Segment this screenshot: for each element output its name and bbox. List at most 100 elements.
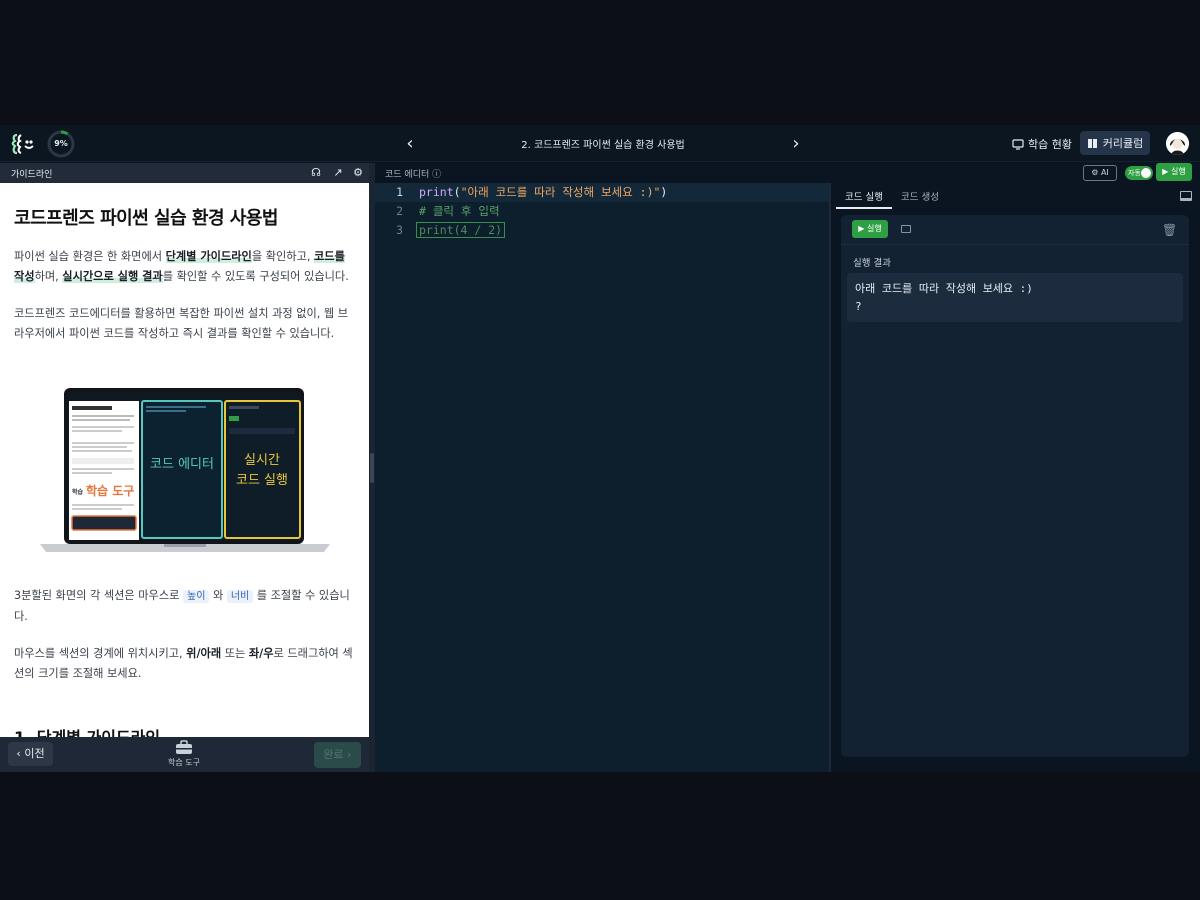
line-number: 1 xyxy=(396,185,403,199)
resize-grip[interactable] xyxy=(370,453,374,483)
book-icon xyxy=(1087,138,1097,148)
bold-left-right: 좌/우 xyxy=(248,647,274,660)
tab-code-run[interactable]: 코드 실행 xyxy=(845,189,883,203)
toolbox-icon xyxy=(176,740,192,754)
guideline-header: 가이드라인 ☊ ↗ ⚙ xyxy=(0,163,369,183)
text: 하며, xyxy=(34,270,63,283)
laptop-illustration: 학습 학습 도구 코드 에디터 실시간 코드 실행 xyxy=(38,382,332,554)
active-tab-indicator xyxy=(836,207,892,209)
code-line[interactable]: 1 print("아래 코드를 따라 작성해 보세요 :)") xyxy=(375,183,829,202)
section-heading: 1. 단계별 가이드라인 xyxy=(14,724,355,737)
complete-button[interactable]: 완료 › xyxy=(314,742,361,768)
ai-label: AI xyxy=(1100,168,1109,177)
panel-layout-icon[interactable] xyxy=(1180,191,1192,201)
info-icon[interactable]: ⓘ xyxy=(432,170,441,180)
result-tabs: 코드 실행 코드 생성 xyxy=(836,183,1200,209)
auto-run-toggle[interactable]: 자동 xyxy=(1125,166,1153,180)
guide-paragraph-editor: 코드프렌즈 코드에디터를 활용하면 복잡한 파이썬 설치 과정 없이, 웹 브라… xyxy=(14,307,349,340)
app-window: 9% ‹ 2. 코드프렌즈 파이썬 실습 환경 사용법 › 학습 현황 커리큘럼 xyxy=(0,125,1200,772)
trash-icon[interactable]: 🗑 xyxy=(1162,224,1177,237)
code-line[interactable]: 3 print(4 / 2) xyxy=(375,221,829,240)
guide-paragraph-resize: 3분할된 화면의 각 섹션은 마우스로 높이 와 너비 를 조절할 수 있습니다… xyxy=(14,586,355,627)
next-lesson-chevron-icon[interactable]: › xyxy=(786,134,806,154)
play-icon: ▶ xyxy=(858,224,865,233)
code-line[interactable]: 2 # 클릭 후 입력 xyxy=(375,202,829,221)
user-avatar[interactable] xyxy=(1166,132,1189,155)
prev-button-label: 이전 xyxy=(24,747,45,760)
bold-up-down: 위/아래 xyxy=(186,647,222,660)
tab-code-generate[interactable]: 코드 생성 xyxy=(901,189,939,203)
code-input-placeholder[interactable]: print(4 / 2) xyxy=(416,222,506,238)
code-comment[interactable]: # 클릭 후 입력 xyxy=(419,202,500,221)
guideline-content: 코드프렌즈 파이썬 실습 환경 사용법 파이썬 실습 환경은 한 화면에서 단계… xyxy=(0,183,369,737)
run-button[interactable]: ▶ 실행 xyxy=(852,220,888,238)
text: 와 xyxy=(209,589,227,602)
keyboard-icon[interactable] xyxy=(901,225,911,233)
result-label: 실행 결과 xyxy=(853,258,891,269)
progress-percent: 9% xyxy=(54,139,68,148)
learn-status-label: 학습 현황 xyxy=(1028,138,1072,151)
auto-label: 자동 xyxy=(1128,169,1141,177)
learning-tools-label: 학습 도구 xyxy=(168,758,200,767)
code-paren: ) xyxy=(660,185,668,199)
run-label: 실행 xyxy=(866,224,882,233)
text: 파이썬 실습 환경은 한 화면에서 xyxy=(14,250,166,263)
illustration-tool-prefix: 학습 xyxy=(72,488,84,496)
curriculum-label: 커리큘럼 xyxy=(1102,137,1144,150)
highlight-realtime-result: 실시간으로 실행 결과 xyxy=(62,270,163,283)
guideline-label: 가이드라인 xyxy=(11,170,53,180)
highlight-guideline: 단계별 가이드라인 xyxy=(165,250,252,263)
code-editor[interactable]: 1 print("아래 코드를 따라 작성해 보세요 :)") 2 # 클릭 후… xyxy=(375,183,829,772)
top-bar: 9% ‹ 2. 코드프렌즈 파이썬 실습 환경 사용법 › 학습 현황 커리큘럼 xyxy=(0,125,1200,162)
prev-button[interactable]: ‹ 이전 xyxy=(8,742,53,766)
code-string: "아래 코드를 따라 작성해 보세요 :)" xyxy=(460,185,661,199)
line-number: 3 xyxy=(396,223,403,237)
learning-status-icon xyxy=(1012,138,1024,150)
output-console: 아래 코드를 따라 작성해 보세요 :) ? xyxy=(847,273,1183,322)
guide-paragraph-intro: 파이썬 실습 환경은 한 화면에서 단계별 가이드라인을 확인하고, 코드를 작… xyxy=(14,247,355,287)
code-text[interactable]: print("아래 코드를 따라 작성해 보세요 :)") xyxy=(419,183,667,202)
illustration-run-label-1: 실시간 xyxy=(244,453,280,468)
robot-icon: ⚙ xyxy=(1091,168,1099,177)
external-link-icon[interactable]: ↗ xyxy=(331,166,345,180)
illustration-tool-label: 학습 도구 xyxy=(86,483,134,498)
learning-tools-button[interactable]: 학습 도구 xyxy=(160,740,208,770)
codefriends-logo-icon[interactable] xyxy=(11,133,35,155)
output-line: 아래 코드를 따라 작성해 보세요 :) xyxy=(855,282,1033,295)
prev-lesson-chevron-icon[interactable]: ‹ xyxy=(400,134,420,154)
play-icon: ▶ xyxy=(1162,167,1169,176)
ai-button[interactable]: ⚙ AI xyxy=(1083,165,1117,181)
text: 를 확인할 수 있도록 구성되어 있습니다. xyxy=(162,270,349,283)
code-editor-title: 코드 에디터 xyxy=(385,170,430,180)
code-function: print xyxy=(419,185,454,199)
guideline-panel: 가이드라인 ☊ ↗ ⚙ 코드프렌즈 파이썬 실습 환경 사용법 파이썬 실습 환… xyxy=(0,163,369,772)
result-toolbar: ▶ 실행 🗑 xyxy=(841,215,1189,245)
complete-button-label: 완료 xyxy=(323,748,344,761)
learn-status-button[interactable]: 학습 현황 xyxy=(1012,135,1072,153)
editor-header: 코드 에디터 ⓘ ⚙ AI 자동 ▶ 실행 xyxy=(375,163,1200,183)
curriculum-button[interactable]: 커리큘럼 xyxy=(1080,131,1150,155)
guide-paragraph-drag: 마우스를 섹션의 경계에 위치시키고, 위/아래 또는 좌/우로 드래그하여 섹… xyxy=(14,644,355,684)
text: 마우스를 섹션의 경계에 위치시키고, xyxy=(14,647,187,660)
code-editor-label: 코드 에디터 ⓘ xyxy=(385,167,441,180)
code-paren: ( xyxy=(453,185,461,199)
output-line: ? xyxy=(855,300,862,313)
text: 을 확인하고, xyxy=(251,250,314,263)
run-button-top[interactable]: ▶ 실행 xyxy=(1156,163,1192,181)
headphones-icon[interactable]: ☊ xyxy=(309,166,323,180)
run-label: 실행 xyxy=(1170,167,1186,176)
illustration-run-label-2: 코드 실행 xyxy=(236,472,288,488)
page-title: 2. 코드프렌즈 파이썬 실습 환경 사용법 xyxy=(521,140,685,151)
chip-width: 너비 xyxy=(226,590,254,603)
text: 3분할된 화면의 각 섹션은 마우스로 xyxy=(14,589,183,602)
result-panel: 코드 실행 코드 생성 ▶ 실행 🗑 실행 결과 아래 코드를 따라 작성해 보… xyxy=(831,183,1200,772)
toggle-knob xyxy=(1141,168,1151,178)
text: 또는 xyxy=(221,647,249,660)
result-card: ▶ 실행 🗑 실행 결과 아래 코드를 따라 작성해 보세요 :) ? xyxy=(841,215,1189,757)
chevron-right-icon: › xyxy=(343,748,352,761)
gear-icon[interactable]: ⚙ xyxy=(351,166,365,180)
illustration-editor-label: 코드 에디터 xyxy=(150,457,214,472)
guideline-footer: ‹ 이전 학습 도구 완료 › xyxy=(0,737,369,772)
chip-height: 높이 xyxy=(183,590,210,603)
guide-title: 코드프렌즈 파이썬 실습 환경 사용법 xyxy=(14,208,278,229)
